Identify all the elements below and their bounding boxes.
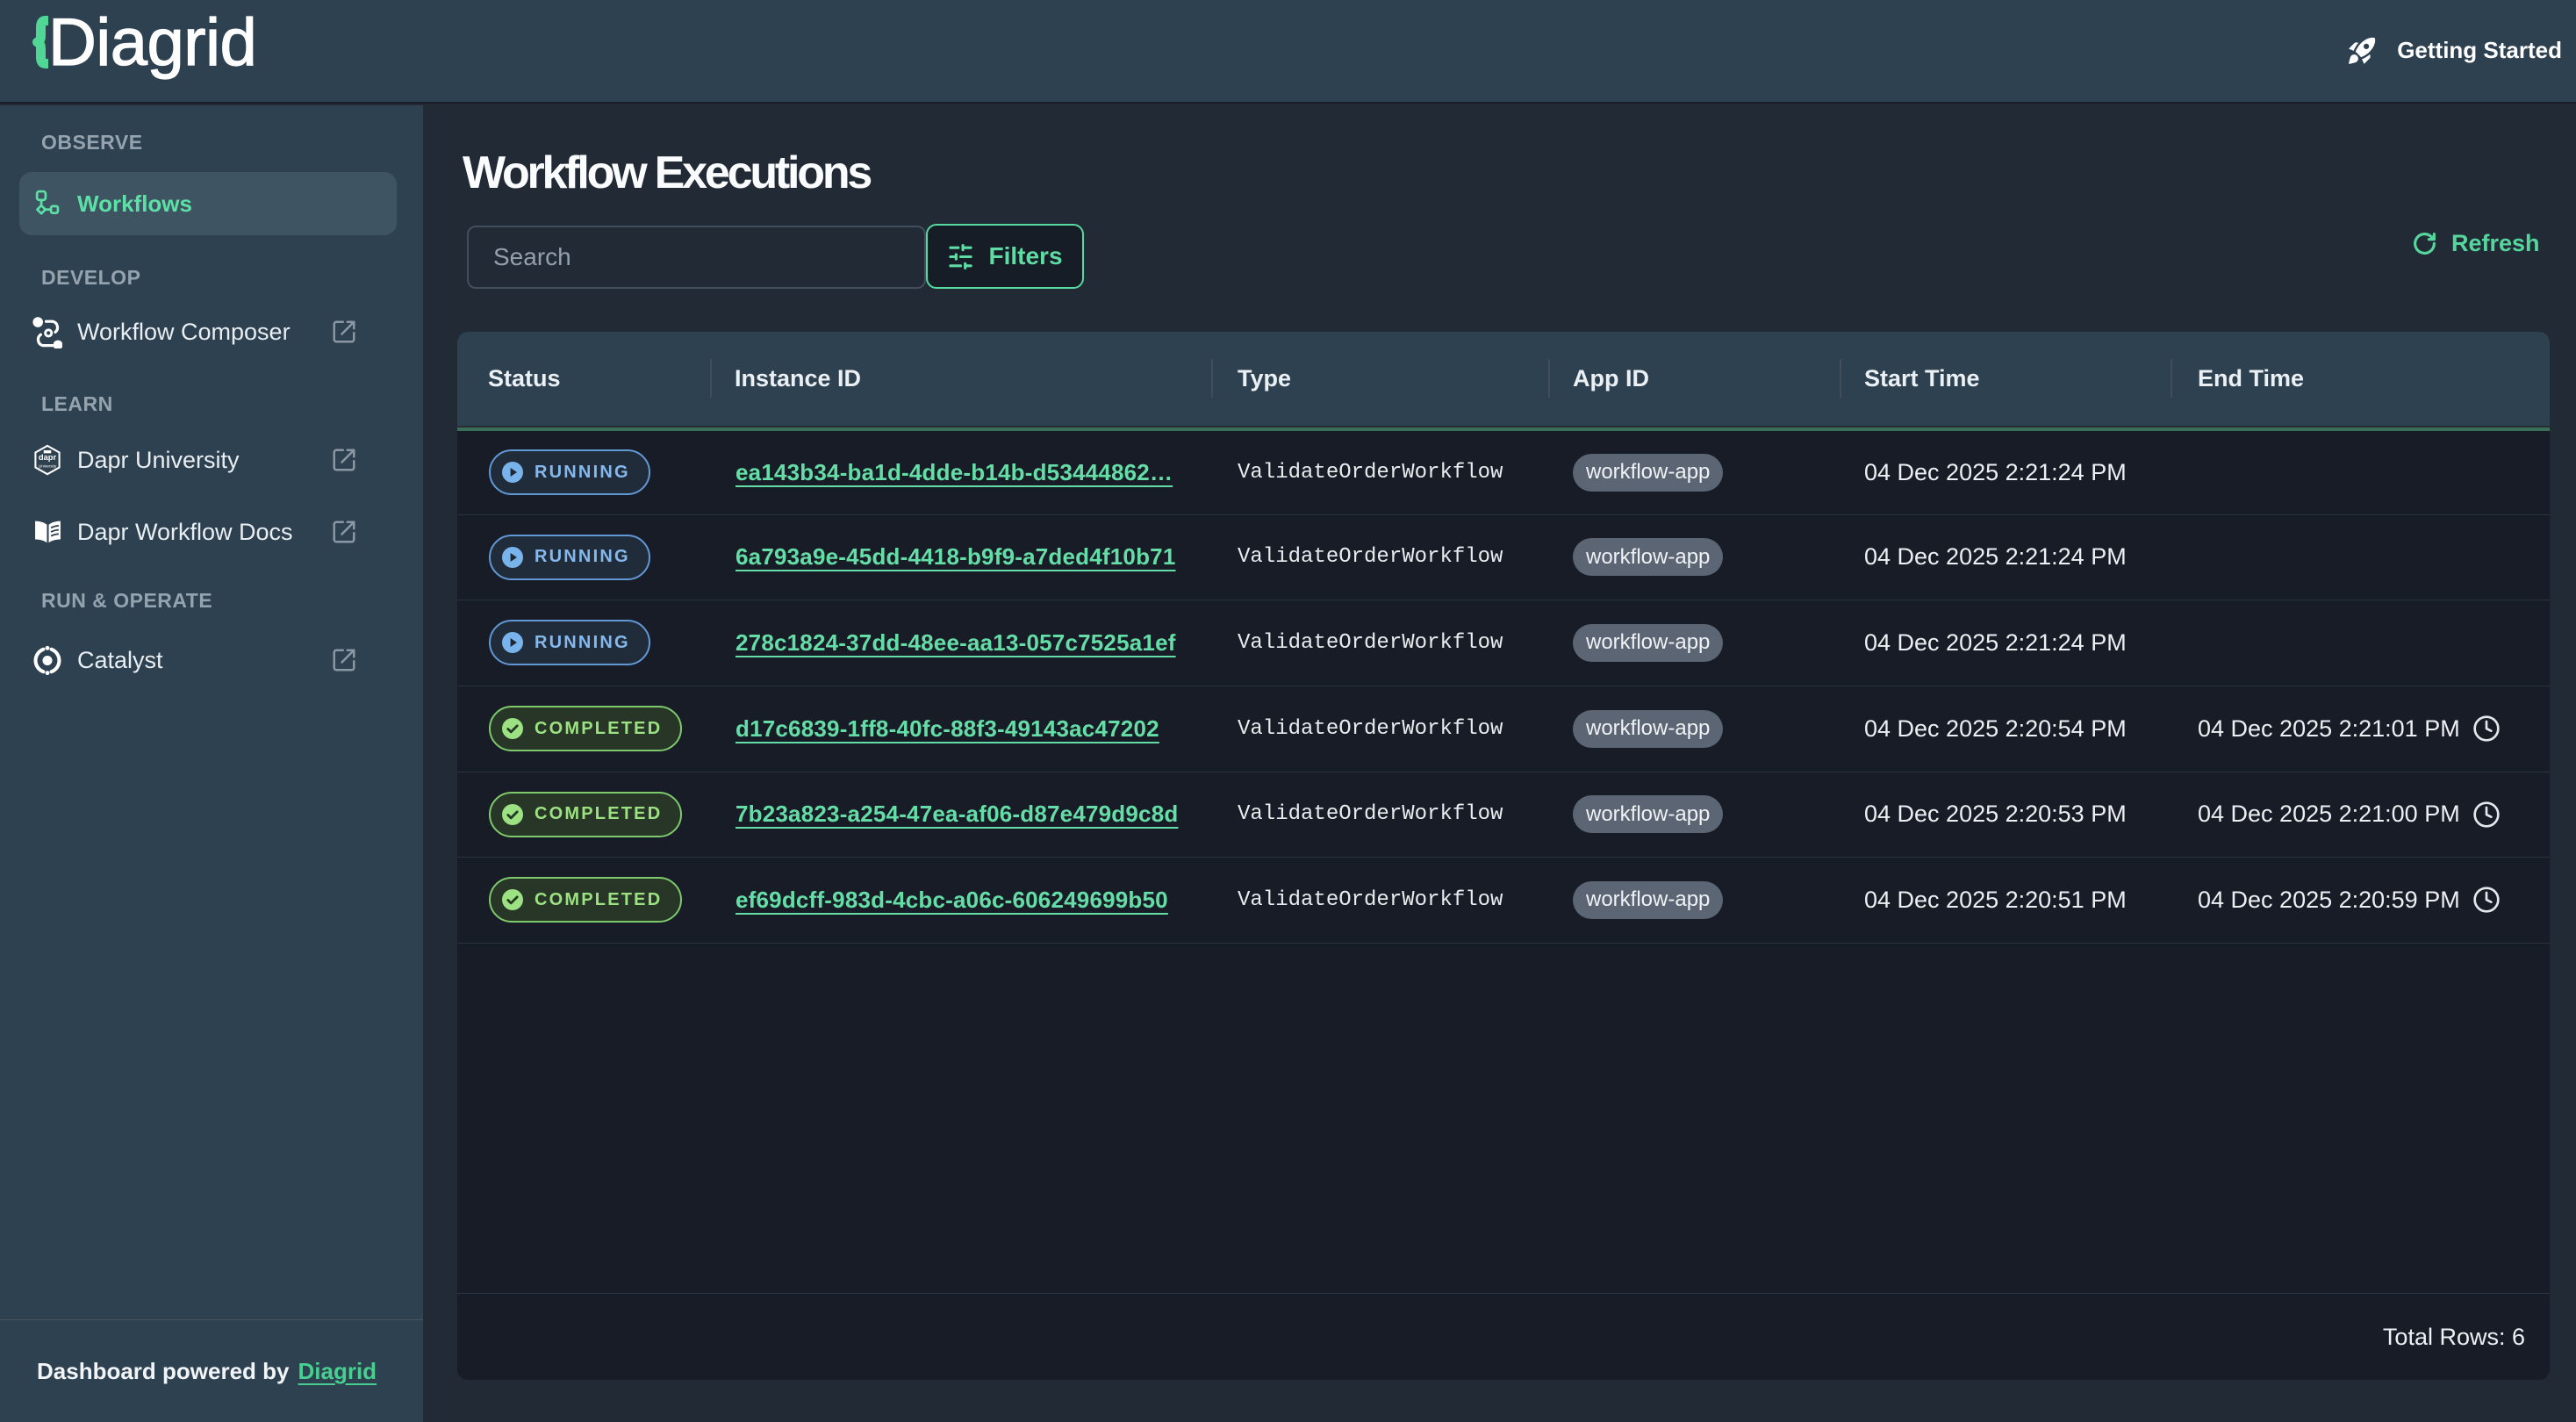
svg-text:University: University <box>39 464 57 469</box>
svg-text:dapr: dapr <box>39 453 57 462</box>
